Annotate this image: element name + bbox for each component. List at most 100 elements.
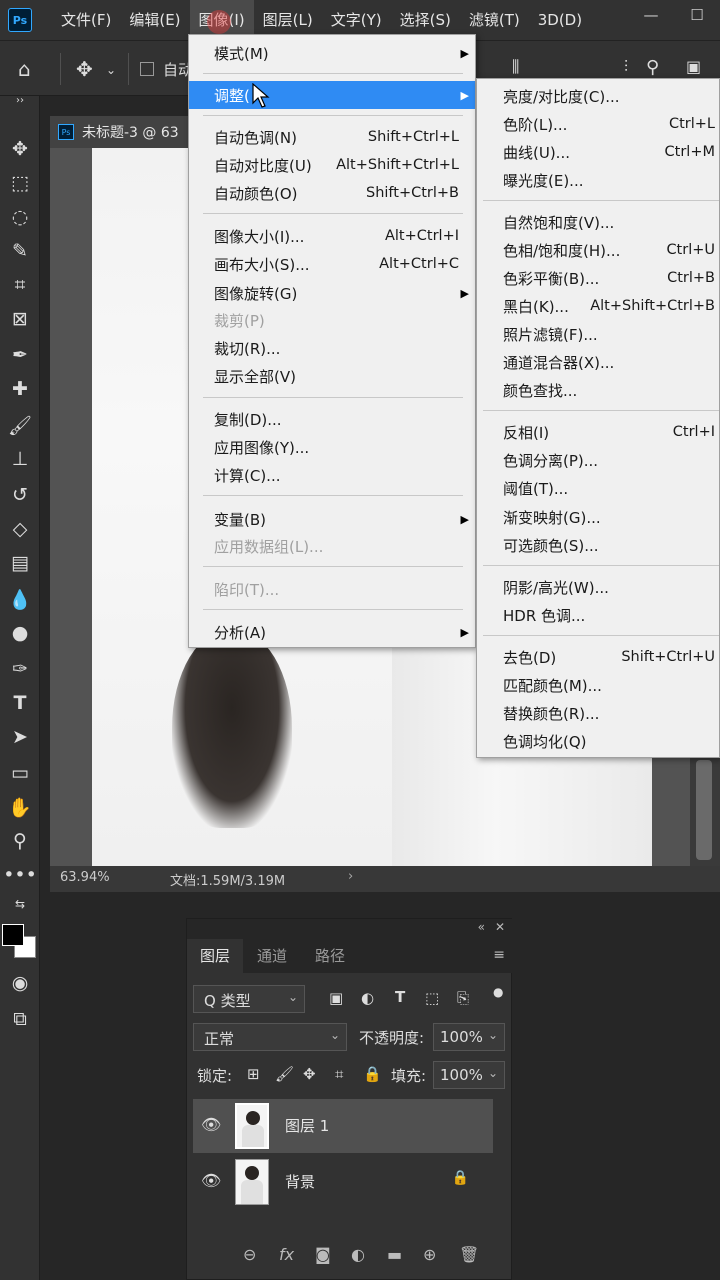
zoom-tool-icon[interactable]: ⚲ [0, 824, 40, 858]
filter-toggle-icon[interactable]: ● [493, 985, 503, 999]
menu-item-image-rotation[interactable]: 图像旋转(G) ▶ [189, 279, 475, 307]
search-icon[interactable]: ⚲ [646, 57, 659, 78]
menu-item-shadows-highlights[interactable]: 阴影/高光(W)... [477, 573, 720, 601]
eraser-tool-icon[interactable]: ◇ [0, 512, 40, 546]
menu-item-posterize[interactable]: 色调分离(P)... [477, 446, 720, 474]
menu-item-color-lookup[interactable]: 颜色查找... [477, 376, 720, 404]
hand-tool-icon[interactable]: ✋ [0, 790, 40, 824]
menu-item-threshold[interactable]: 阈值(T)... [477, 474, 720, 502]
status-menu-arrow-icon[interactable]: › [348, 869, 353, 884]
home-icon[interactable]: ⌂ [18, 57, 31, 81]
menu-file[interactable]: 文件(F) [52, 0, 120, 40]
menu-item-levels[interactable]: 色阶(L)... Ctrl+L [477, 110, 720, 138]
pen-tool-icon[interactable]: ✑ [0, 652, 40, 686]
filter-pixel-icon[interactable]: ▣ [329, 989, 343, 1007]
add-mask-icon[interactable]: ◙ [315, 1245, 331, 1264]
menu-item-auto-color[interactable]: 自动颜色(O) Shift+Ctrl+B [189, 179, 475, 207]
fill-input[interactable]: 100% ⌄ [433, 1061, 505, 1089]
menu-item-exposure[interactable]: 曝光度(E)... [477, 166, 720, 194]
marquee-tool-icon[interactable]: ⬚ [0, 166, 40, 200]
brush-tool-icon[interactable]: 🖌 [0, 408, 40, 442]
menu-item-selective-color[interactable]: 可选颜色(S)... [477, 531, 720, 559]
frame-tool-icon[interactable]: ⊠ [0, 302, 40, 336]
lock-all-icon[interactable]: 🔒 [363, 1065, 382, 1083]
tab-layers[interactable]: 图层 [187, 939, 243, 973]
menu-3d[interactable]: 3D(D) [529, 0, 591, 40]
menu-item-equalize[interactable]: 色调均化(Q) [477, 727, 720, 755]
opacity-input[interactable]: 100% ⌄ [433, 1023, 505, 1051]
path-select-tool-icon[interactable]: ➤ [0, 720, 40, 754]
zoom-level[interactable]: 63.94% [60, 870, 110, 885]
adjustment-layer-icon[interactable]: ◐ [351, 1245, 365, 1264]
document-tab[interactable]: Ps 未标题-3 @ 63 [50, 116, 200, 148]
blur-tool-icon[interactable]: 💧 [0, 582, 40, 616]
menu-item-mode[interactable]: 模式(M) ▶ [189, 39, 475, 67]
filter-adjustment-icon[interactable]: ◐ [361, 989, 374, 1007]
foreground-color-swatch[interactable] [2, 924, 24, 946]
scrollbar-thumb[interactable] [696, 760, 712, 860]
new-layer-icon[interactable]: ⊕ [423, 1245, 436, 1264]
history-brush-tool-icon[interactable]: ↺ [0, 478, 40, 512]
lock-image-icon[interactable]: 🖌 [275, 1065, 294, 1083]
layer-filter-select[interactable]: Q 类型 ⌄ [193, 985, 305, 1013]
menu-item-variables[interactable]: 变量(B) ▶ [189, 505, 475, 533]
panel-menu-icon[interactable]: ≡ [493, 947, 505, 963]
menu-item-curves[interactable]: 曲线(U)... Ctrl+M [477, 138, 720, 166]
dodge-tool-icon[interactable]: ● [0, 616, 40, 650]
collapse-panel-icon[interactable]: « [478, 920, 485, 934]
align-icon[interactable]: ⫼ [512, 57, 519, 77]
menu-item-gradient-map[interactable]: 渐变映射(G)... [477, 503, 720, 531]
trash-icon[interactable]: 🗑 [459, 1245, 479, 1264]
menu-item-black-white[interactable]: 黑白(K)... Alt+Shift+Ctrl+B [477, 292, 720, 320]
minimize-icon[interactable]: — [628, 0, 674, 30]
lasso-tool-icon[interactable]: ◌ [0, 200, 40, 234]
maximize-icon[interactable]: ☐ [674, 0, 720, 30]
menu-item-image-size[interactable]: 图像大小(I)... Alt+Ctrl+I [189, 222, 475, 250]
group-folder-icon[interactable]: ▬ [387, 1245, 402, 1264]
visibility-eye-icon[interactable]: 👁 [201, 1115, 221, 1134]
menu-item-auto-contrast[interactable]: 自动对比度(U) Alt+Shift+Ctrl+L [189, 151, 475, 179]
lock-transparent-icon[interactable]: ⊞ [247, 1065, 260, 1083]
menu-item-vibrance[interactable]: 自然饱和度(V)... [477, 208, 720, 236]
distribute-icon[interactable]: ⫶ [624, 57, 628, 77]
menu-item-canvas-size[interactable]: 画布大小(S)... Alt+Ctrl+C [189, 250, 475, 278]
filter-smart-object-icon[interactable]: ⎘ [457, 989, 469, 1007]
menu-item-analysis[interactable]: 分析(A) ▶ [189, 618, 475, 646]
layer-style-fx-icon[interactable]: fx [279, 1245, 294, 1264]
type-tool-icon[interactable]: T [0, 686, 40, 720]
menu-item-duplicate[interactable]: 复制(D)... [189, 405, 475, 433]
eyedropper-tool-icon[interactable]: ✒ [0, 338, 40, 372]
menu-item-brightness-contrast[interactable]: 亮度/对比度(C)... [477, 82, 720, 110]
menu-item-adjustments[interactable]: 调整(▶ [189, 81, 475, 109]
gradient-tool-icon[interactable]: ▤ [0, 546, 40, 580]
rectangle-tool-icon[interactable]: ▭ [0, 756, 40, 790]
chevron-down-icon[interactable]: ⌄ [106, 63, 116, 77]
blend-mode-select[interactable]: 正常 ⌄ [193, 1023, 347, 1051]
visibility-eye-icon[interactable]: 👁 [201, 1171, 221, 1190]
filter-shape-icon[interactable]: ⬚ [425, 989, 439, 1007]
crop-tool-icon[interactable]: ⌗ [0, 268, 40, 302]
move-tool-icon[interactable]: ✥ [76, 57, 93, 81]
menu-item-auto-tone[interactable]: 自动色调(N) Shift+Ctrl+L [189, 123, 475, 151]
menu-edit[interactable]: 编辑(E) [120, 0, 189, 40]
move-tool-icon[interactable]: ✥ [0, 132, 40, 166]
auto-select-checkbox[interactable] [140, 62, 154, 76]
menu-item-hue-saturation[interactable]: 色相/饱和度(H)... Ctrl+U [477, 236, 720, 264]
close-icon[interactable]: ✕ [495, 920, 505, 934]
menu-item-trim[interactable]: 裁切(R)... [189, 334, 475, 362]
layer-row[interactable]: 👁 图层 1 [193, 1099, 493, 1153]
filter-type-icon[interactable]: T [395, 988, 405, 1006]
swap-colors-icon[interactable]: ⇆ [0, 892, 40, 916]
menu-item-color-balance[interactable]: 色彩平衡(B)... Ctrl+B [477, 264, 720, 292]
menu-item-match-color[interactable]: 匹配颜色(M)... [477, 671, 720, 699]
quick-mask-icon[interactable]: ◉ [0, 966, 40, 1000]
tab-channels[interactable]: 通道 [243, 939, 301, 973]
layer-row[interactable]: 👁 背景 🔒 [193, 1155, 493, 1209]
menu-item-invert[interactable]: 反相(I) Ctrl+I [477, 418, 720, 446]
lock-artboard-icon[interactable]: ⌗ [335, 1065, 343, 1083]
clone-stamp-tool-icon[interactable]: ⊥ [0, 442, 40, 476]
screen-mode-icon[interactable]: ⧉ [0, 1002, 40, 1036]
collapse-icon[interactable]: ›› [0, 92, 40, 108]
menu-item-channel-mixer[interactable]: 通道混合器(X)... [477, 348, 720, 376]
menu-item-hdr-toning[interactable]: HDR 色调... [477, 601, 720, 629]
